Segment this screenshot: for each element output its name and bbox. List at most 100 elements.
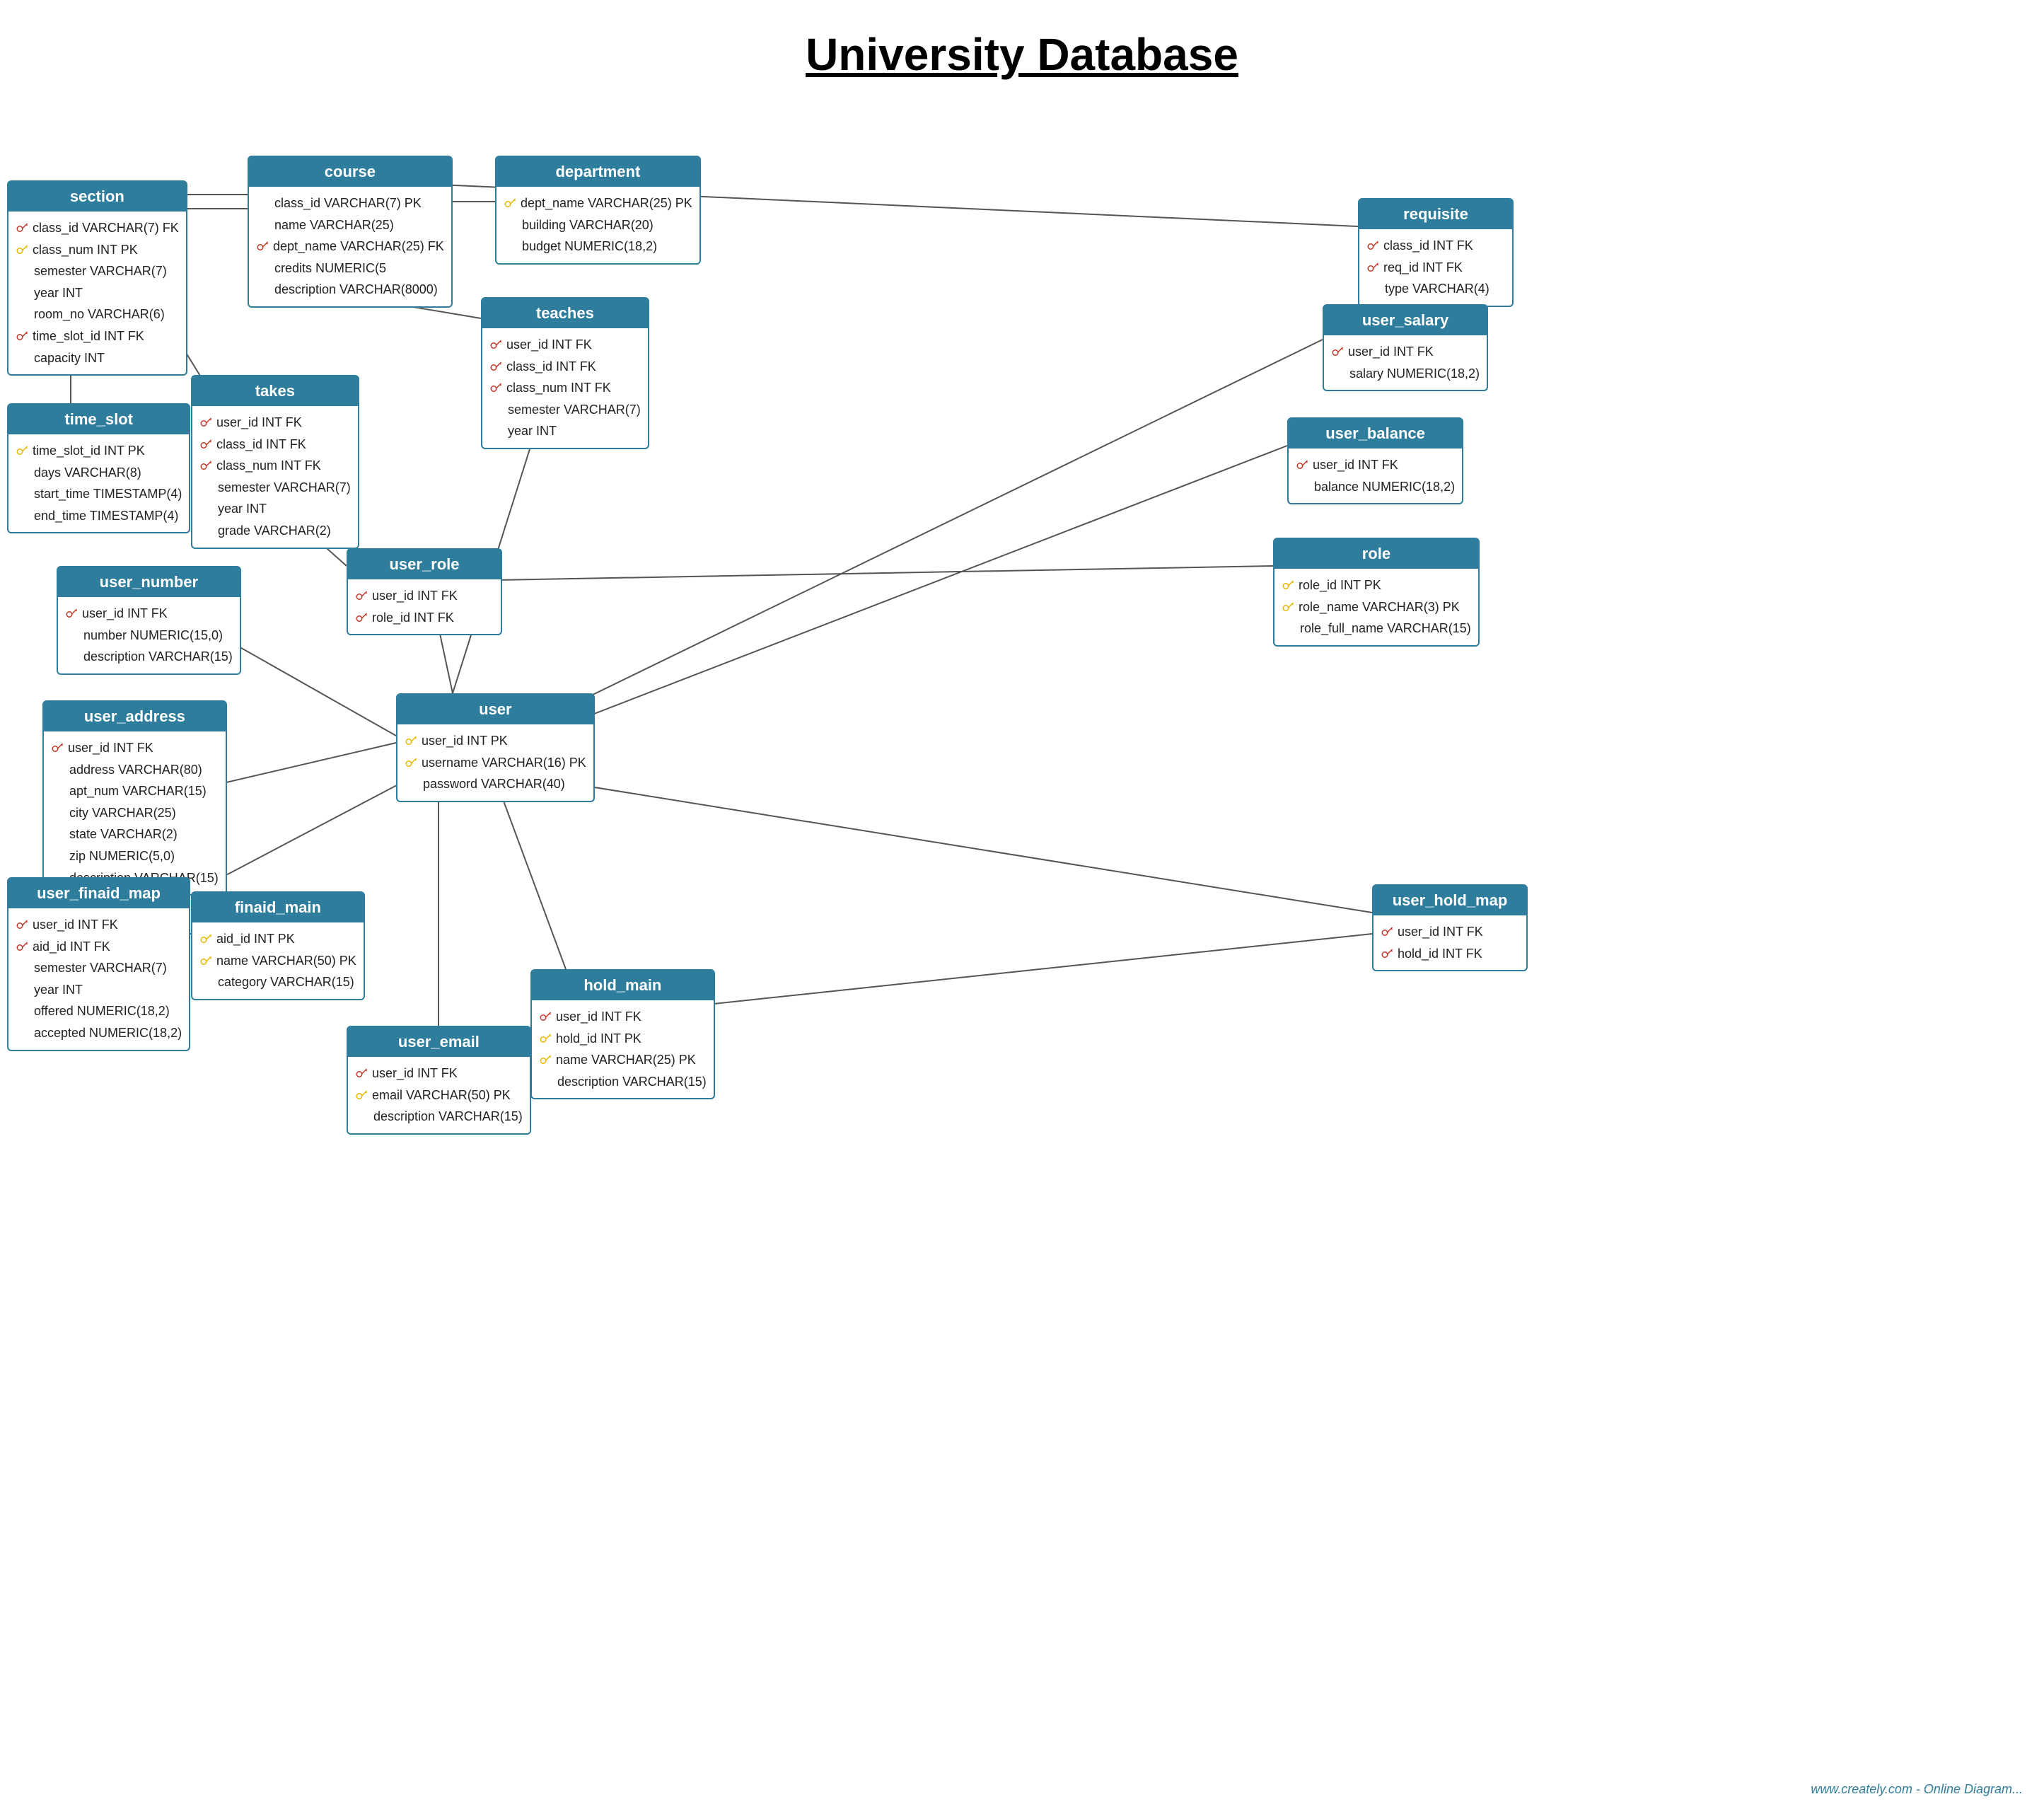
pk-icon — [16, 444, 28, 457]
table-row: class_num INT PK — [16, 239, 179, 261]
field-text: class_num INT FK — [216, 455, 321, 477]
table-row: user_id INT FK — [1331, 341, 1480, 363]
field-text: class_id INT FK — [506, 356, 596, 378]
pk-icon — [1282, 579, 1294, 591]
table-row: address VARCHAR(80) — [51, 759, 219, 781]
table-header-user_address: user_address — [44, 702, 226, 731]
table-row: balance NUMERIC(18,2) — [1296, 476, 1455, 498]
field-text: password VARCHAR(40) — [423, 773, 565, 795]
table-body-user: user_id INT PKusername VARCHAR(16) PKpas… — [397, 724, 593, 801]
table-row: user_id INT FK — [539, 1006, 707, 1028]
field-text: user_id INT FK — [1348, 341, 1434, 363]
field-text: aid_id INT FK — [33, 936, 110, 958]
table-user_email: user_emailuser_id INT FKemail VARCHAR(50… — [347, 1026, 531, 1135]
fk-icon — [1366, 261, 1379, 274]
field-text: end_time TIMESTAMP(4) — [34, 505, 178, 527]
table-header-user_role: user_role — [348, 550, 501, 579]
field-text: dept_name VARCHAR(25) PK — [521, 192, 692, 214]
table-row: description VARCHAR(15) — [539, 1071, 707, 1093]
field-text: year INT — [34, 282, 83, 304]
table-user_hold_map: user_hold_mapuser_id INT FKhold_id INT F… — [1372, 884, 1528, 971]
field-text: hold_id INT FK — [1398, 943, 1482, 965]
fk-icon — [16, 221, 28, 234]
fk-icon — [65, 607, 78, 620]
field-text: address VARCHAR(80) — [69, 759, 202, 781]
field-text: user_id INT FK — [1398, 921, 1483, 943]
table-row: name VARCHAR(25) PK — [539, 1049, 707, 1071]
field-text: name VARCHAR(25) — [274, 214, 394, 236]
field-text: credits NUMERIC(5 — [274, 258, 386, 279]
field-text: days VARCHAR(8) — [34, 462, 141, 484]
fk-icon — [16, 330, 28, 342]
table-row: number NUMERIC(15,0) — [65, 625, 233, 647]
table-department: departmentdept_name VARCHAR(25) PKbuildi… — [495, 156, 701, 265]
pk-icon — [199, 954, 212, 967]
field-text: user_id INT PK — [422, 730, 508, 752]
table-row: role_full_name VARCHAR(15) — [1282, 618, 1471, 640]
table-row: budget NUMERIC(18,2) — [504, 236, 692, 258]
fk-icon — [199, 459, 212, 472]
field-text: type VARCHAR(4) — [1385, 278, 1490, 300]
table-row: name VARCHAR(50) PK — [199, 950, 356, 972]
table-row: offered NUMERIC(18,2) — [16, 1000, 182, 1022]
table-body-course: class_id VARCHAR(7) PKname VARCHAR(25)de… — [249, 187, 451, 306]
field-text: role_name VARCHAR(3) PK — [1299, 596, 1460, 618]
pk-icon — [504, 197, 516, 209]
field-text: offered NUMERIC(18,2) — [34, 1000, 170, 1022]
field-text: user_id INT FK — [1313, 454, 1398, 476]
table-course: courseclass_id VARCHAR(7) PKname VARCHAR… — [248, 156, 453, 308]
table-hold_main: hold_mainuser_id INT FKhold_id INT PKnam… — [530, 969, 715, 1099]
table-row: user_id INT FK — [199, 412, 351, 434]
table-row: credits NUMERIC(5 — [256, 258, 444, 279]
field-text: aid_id INT PK — [216, 928, 295, 950]
table-time_slot: time_slottime_slot_id INT PKdays VARCHAR… — [7, 403, 190, 533]
table-body-section: class_id VARCHAR(7) FKclass_num INT PKse… — [8, 212, 186, 374]
field-text: username VARCHAR(16) PK — [422, 752, 586, 774]
table-body-user_hold_map: user_id INT FKhold_id INT FK — [1374, 915, 1526, 970]
table-body-user_email: user_id INT FKemail VARCHAR(50) PKdescri… — [348, 1057, 530, 1133]
table-row: time_slot_id INT PK — [16, 440, 182, 462]
table-row: aid_id INT PK — [199, 928, 356, 950]
field-text: name VARCHAR(50) PK — [216, 950, 356, 972]
fk-icon — [355, 1067, 368, 1080]
table-row: email VARCHAR(50) PK — [355, 1084, 523, 1106]
table-body-requisite: class_id INT FKreq_id INT FKtype VARCHAR… — [1359, 229, 1512, 306]
fk-icon — [539, 1010, 552, 1023]
table-row: user_id INT FK — [355, 585, 494, 607]
field-text: class_id INT FK — [1383, 235, 1473, 257]
field-text: start_time TIMESTAMP(4) — [34, 483, 182, 505]
table-user_address: user_addressuser_id INT FKaddress VARCHA… — [42, 700, 227, 896]
pk-icon — [405, 734, 417, 747]
table-row: class_num INT FK — [489, 377, 641, 399]
fk-icon — [199, 438, 212, 451]
field-text: capacity INT — [34, 347, 105, 369]
fk-icon — [355, 611, 368, 624]
diagram-area: courseclass_id VARCHAR(7) PKname VARCHAR… — [0, 99, 2044, 1797]
table-row: semester VARCHAR(7) — [16, 957, 182, 979]
table-header-user_number: user_number — [58, 567, 240, 597]
table-row: user_id INT FK — [16, 914, 182, 936]
table-body-user_finaid_map: user_id INT FKaid_id INT FKsemester VARC… — [8, 908, 189, 1050]
field-text: number NUMERIC(15,0) — [83, 625, 223, 647]
table-section: sectionclass_id VARCHAR(7) FKclass_num I… — [7, 180, 187, 376]
pk-icon — [16, 243, 28, 256]
table-body-department: dept_name VARCHAR(25) PKbuilding VARCHAR… — [497, 187, 699, 263]
table-body-user_salary: user_id INT FKsalary NUMERIC(18,2) — [1324, 335, 1487, 390]
table-header-requisite: requisite — [1359, 199, 1512, 229]
table-row: building VARCHAR(20) — [504, 214, 692, 236]
field-text: user_id INT FK — [68, 737, 153, 759]
fk-icon — [1331, 345, 1344, 358]
fk-icon — [489, 381, 502, 394]
table-row: semester VARCHAR(7) — [16, 260, 179, 282]
table-body-role: role_id INT PKrole_name VARCHAR(3) PKrol… — [1274, 569, 1478, 645]
field-text: description VARCHAR(15) — [373, 1106, 523, 1128]
field-text: grade VARCHAR(2) — [218, 520, 331, 542]
table-row: dept_name VARCHAR(25) FK — [256, 236, 444, 258]
table-row: user_id INT FK — [1381, 921, 1519, 943]
table-row: class_id INT FK — [199, 434, 351, 456]
table-header-user_email: user_email — [348, 1027, 530, 1057]
table-body-user_address: user_id INT FKaddress VARCHAR(80)apt_num… — [44, 731, 226, 894]
field-text: req_id INT FK — [1383, 257, 1463, 279]
field-text: salary NUMERIC(18,2) — [1349, 363, 1480, 385]
field-text: semester VARCHAR(7) — [218, 477, 351, 499]
